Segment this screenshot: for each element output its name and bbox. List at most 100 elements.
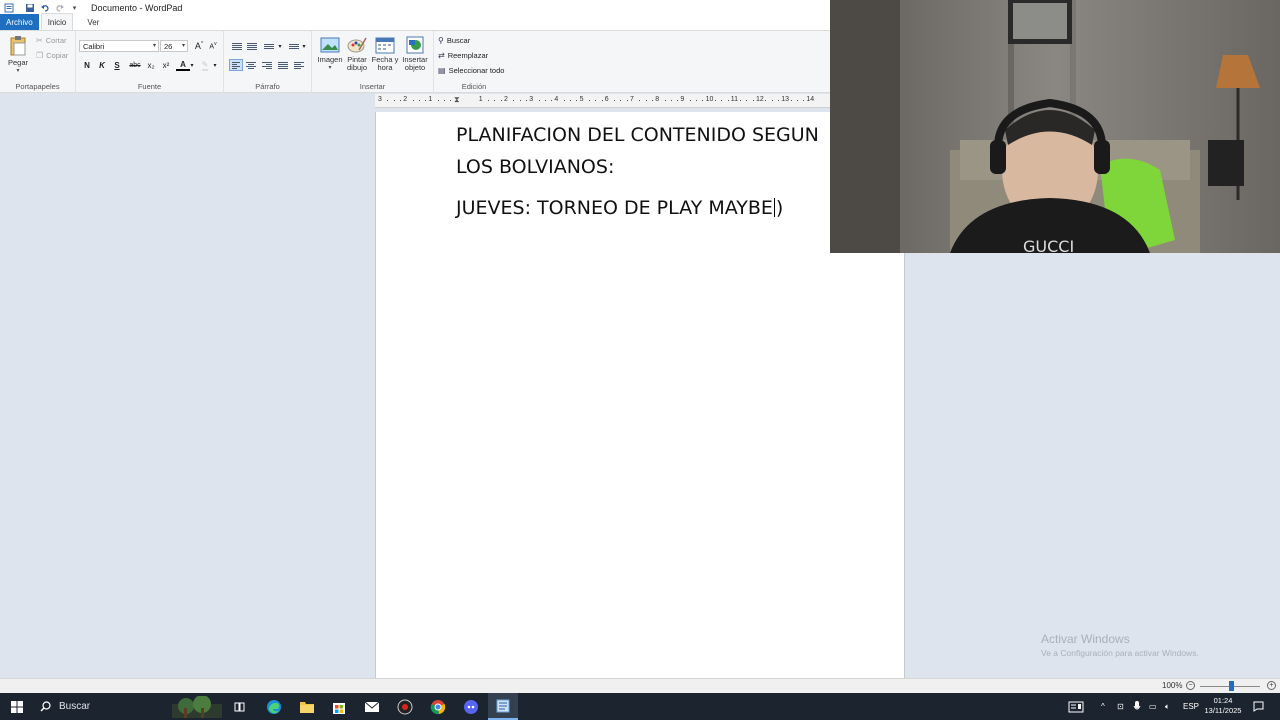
font-size-select[interactable]: 26 ▾: [160, 40, 188, 52]
chevron-down-icon[interactable]: ▾: [276, 40, 284, 52]
font-family-select[interactable]: Calibri ▾: [79, 40, 159, 52]
align-right-button[interactable]: [260, 59, 274, 71]
date-time-label: Fecha y hora: [371, 55, 399, 72]
copy-button[interactable]: ❐ Copiar: [36, 51, 68, 60]
news-widget-button[interactable]: [1068, 693, 1084, 720]
subscript-button[interactable]: x₂: [144, 59, 158, 71]
ruler-tick-dot: [790, 100, 792, 101]
ruler-tick-dot: [399, 100, 401, 101]
tray-app-icon-glyph: ⊡: [1117, 702, 1124, 711]
insert-image-button[interactable]: Imagen ▾: [316, 35, 344, 72]
tab-ver[interactable]: Ver: [81, 14, 105, 30]
document-line-2: LOS BOLVIANOS:: [456, 156, 615, 178]
mail-taskbar-button[interactable]: [361, 693, 383, 720]
grow-font-button[interactable]: A^: [192, 40, 206, 52]
chevron-down-icon[interactable]: ▾: [300, 40, 308, 52]
line-spacing-button[interactable]: [287, 40, 301, 52]
text-caret: [773, 198, 775, 217]
ruler-tick-label: 8: [655, 96, 660, 103]
editing-group: ⚲ Buscar ⇄ Reemplazar ▤ Seleccionar todo…: [434, 31, 514, 93]
justify-button[interactable]: [276, 59, 290, 71]
paragraph-group-label: Párrafo: [255, 82, 280, 91]
insert-object-button[interactable]: Insertar objeto: [400, 35, 430, 72]
align-left-button[interactable]: [229, 59, 243, 71]
file-explorer-taskbar-button[interactable]: [296, 693, 318, 720]
paste-dropdown-icon[interactable]: ▾: [4, 67, 32, 75]
zoom-slider-thumb[interactable]: [1229, 681, 1234, 691]
shrink-font-button[interactable]: Av: [206, 40, 220, 52]
document-page[interactable]: PLANIFACION DEL CONTENIDO SEGUN LOS BOLV…: [375, 112, 905, 678]
ruler[interactable]: ⧗ 3 2 1 1 2 3 4 5 6 7 8 9 10 11 12 13 14: [375, 94, 830, 108]
microphone-icon[interactable]: [1133, 693, 1141, 720]
italic-button[interactable]: K: [95, 59, 109, 71]
select-all-button[interactable]: ▤ Seleccionar todo: [438, 66, 504, 75]
paint-drawing-button[interactable]: Pintar dibujo: [344, 35, 370, 72]
superscript-button[interactable]: x²: [159, 59, 173, 71]
paint-drawing-label: Pintar dibujo: [346, 55, 368, 72]
highlight-button[interactable]: ✎: [198, 59, 212, 71]
ruler-tick-dot: [740, 100, 742, 101]
ruler-tick-dot: [765, 100, 767, 101]
search-highlight-image: [172, 696, 222, 718]
copy-label: Copiar: [46, 51, 69, 60]
taskbar-clock[interactable]: 01:24 13/11/2025: [1198, 696, 1248, 716]
webcam-overlay: GUCCI: [830, 0, 1280, 253]
select-all-label: Seleccionar todo: [448, 66, 505, 75]
strikethrough-button[interactable]: abc: [126, 59, 144, 71]
cut-button[interactable]: ✂ Cortar: [36, 36, 67, 45]
date-time-button[interactable]: Fecha y hora: [371, 35, 399, 72]
wordpad-taskbar-button[interactable]: [488, 693, 518, 720]
ruler-tick-label: 5: [579, 96, 584, 103]
ruler-tick-dot: [570, 100, 571, 101]
ruler-tick-dot: [689, 100, 691, 101]
ruler-tick-label: 13: [781, 96, 789, 103]
paste-button[interactable]: Pegar ▾: [4, 35, 32, 75]
indent-marker-icon[interactable]: ⧗: [454, 95, 460, 105]
tab-archivo[interactable]: Archivo: [0, 14, 39, 30]
paragraph-settings-button[interactable]: [292, 59, 306, 71]
start-button[interactable]: [6, 693, 28, 720]
align-center-button[interactable]: [244, 59, 258, 71]
volume-icon[interactable]: 🔈︎: [1165, 693, 1170, 720]
discord-taskbar-button[interactable]: [460, 693, 482, 720]
save-icon[interactable]: [23, 1, 36, 14]
language-indicator[interactable]: ESP: [1183, 693, 1199, 720]
calendar-icon: [375, 37, 395, 54]
ruler-tick-dot: [412, 100, 414, 101]
title-bar: ▾ Documento - WordPad: [0, 0, 830, 15]
decrease-indent-button[interactable]: [230, 40, 244, 52]
ruler-tick-dot: [544, 100, 546, 101]
tray-app-icon[interactable]: ⊡: [1117, 693, 1124, 720]
taskbar-search[interactable]: Buscar: [34, 693, 224, 720]
object-icon: [406, 36, 424, 54]
store-taskbar-button[interactable]: [328, 693, 350, 720]
clipboard-group-label: Portapapeles: [15, 82, 60, 91]
highlighter-icon: ✎: [201, 59, 209, 71]
wordpad-app-icon: [2, 1, 15, 14]
task-view-button[interactable]: [230, 693, 250, 720]
network-icon[interactable]: ▭: [1149, 693, 1157, 720]
increase-indent-button[interactable]: [245, 40, 259, 52]
chevron-down-icon[interactable]: ▾: [188, 59, 196, 71]
chrome-taskbar-button[interactable]: [427, 693, 449, 720]
ruler-tick-dot: [639, 100, 641, 101]
ruler-tick-dot: [796, 100, 798, 101]
replace-button[interactable]: ⇄ Reemplazar: [438, 51, 488, 60]
underline-button[interactable]: S: [110, 59, 124, 71]
chevron-down-icon: ▾: [328, 65, 332, 71]
ruler-tick-dot: [488, 100, 490, 101]
list-bullets-button[interactable]: [262, 40, 276, 52]
chevron-down-icon[interactable]: ▾: [211, 59, 219, 71]
notifications-button[interactable]: [1253, 693, 1264, 720]
bold-button[interactable]: N: [80, 59, 94, 71]
tab-inicio[interactable]: Inicio: [40, 13, 74, 30]
app-taskbar-button[interactable]: [394, 693, 416, 720]
zoom-out-button[interactable]: −: [1186, 681, 1195, 690]
ruler-tick-dot: [645, 100, 647, 101]
ruler-tick-dot: [696, 100, 697, 101]
show-hidden-icons-button[interactable]: ^: [1101, 693, 1105, 720]
ruler-tick-dot: [714, 100, 716, 101]
find-button[interactable]: ⚲ Buscar: [438, 36, 470, 45]
edge-taskbar-button[interactable]: [263, 693, 285, 720]
zoom-in-button[interactable]: +: [1267, 681, 1276, 690]
